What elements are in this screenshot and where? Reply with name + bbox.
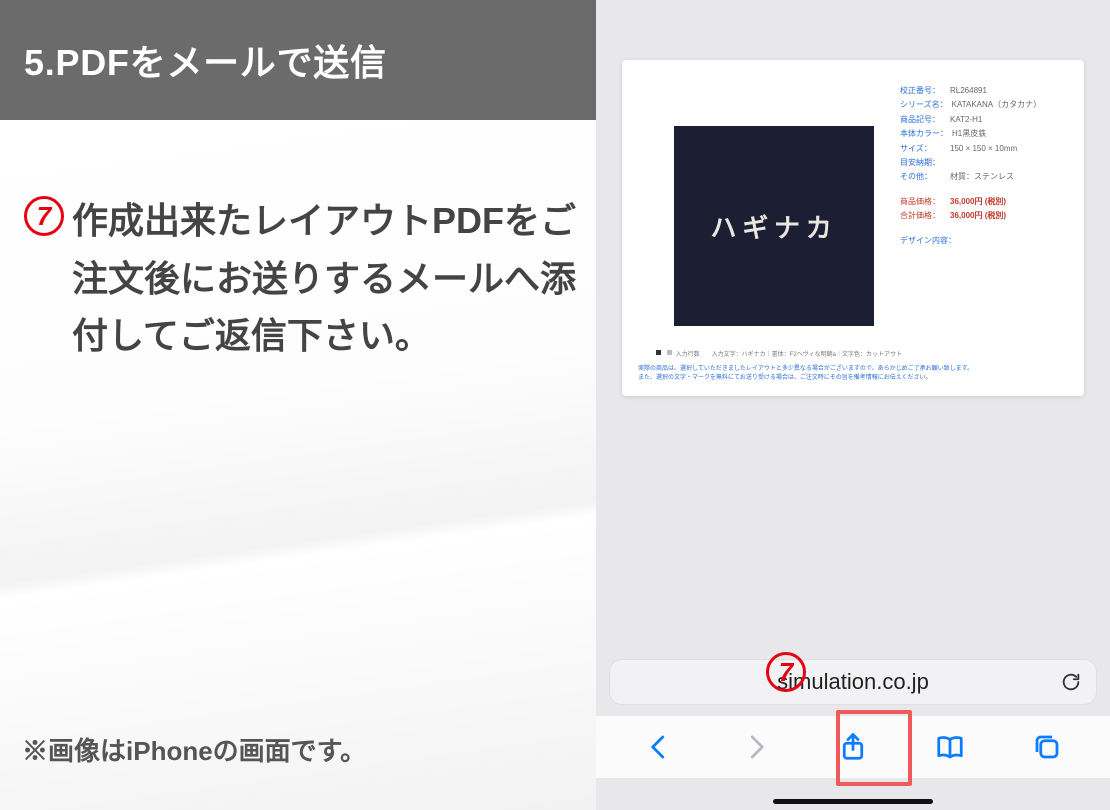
bookmarks-button[interactable] (926, 723, 974, 771)
safari-address-bar[interactable]: simulation.co.jp (610, 660, 1096, 704)
chevron-right-icon (741, 732, 771, 762)
chevron-left-icon (644, 732, 674, 762)
disclaimer: 実際の商品は、選択していただきましたレイアウトと多少異なる場合がございますので、… (638, 365, 1068, 384)
sign-preview-image: ハギナカ (674, 126, 874, 326)
section-title-bar: 5.PDFをメールで送信 (0, 0, 596, 120)
callout-badge-7: 7 (766, 652, 806, 692)
step-badge-7: 7 (24, 196, 64, 236)
tabs-button[interactable] (1023, 723, 1071, 771)
instruction-panel: 5.PDFをメールで送信 7 作成出来たレイアウトPDFをご注文後にお送りするメ… (0, 0, 596, 810)
step-7: 7 作成出来たレイアウトPDFをご注文後にお送りするメールへ添付してご返信下さい… (24, 192, 576, 365)
forward-button[interactable] (732, 723, 780, 771)
section-title: 5.PDFをメールで送信 (24, 34, 387, 86)
design-meta-line: 入力行数 入力文字：ハギナカ｜書体：F2ヘヴィな明朝a｜文字色：カットアウト (656, 350, 1068, 360)
step-text: 作成出来たレイアウトPDFをご注文後にお送りするメールへ添付してご返信下さい。 (72, 192, 576, 365)
book-icon (935, 732, 965, 762)
tabs-icon (1032, 732, 1062, 762)
reload-icon[interactable] (1060, 671, 1082, 693)
share-highlight-box (836, 710, 912, 786)
home-indicator[interactable] (773, 799, 933, 804)
pdf-preview-card[interactable]: ハギナカ 校正番号：RL264891 シリーズ名：KATAKANA（カタカナ） … (622, 60, 1084, 396)
back-button[interactable] (635, 723, 683, 771)
footnote: ※画像はiPhoneの画面です。 (22, 731, 366, 768)
iphone-screenshot: ハギナカ 校正番号：RL264891 シリーズ名：KATAKANA（カタカナ） … (596, 0, 1110, 810)
spec-table: 校正番号：RL264891 シリーズ名：KATAKANA（カタカナ） 商品記号：… (900, 84, 1068, 326)
